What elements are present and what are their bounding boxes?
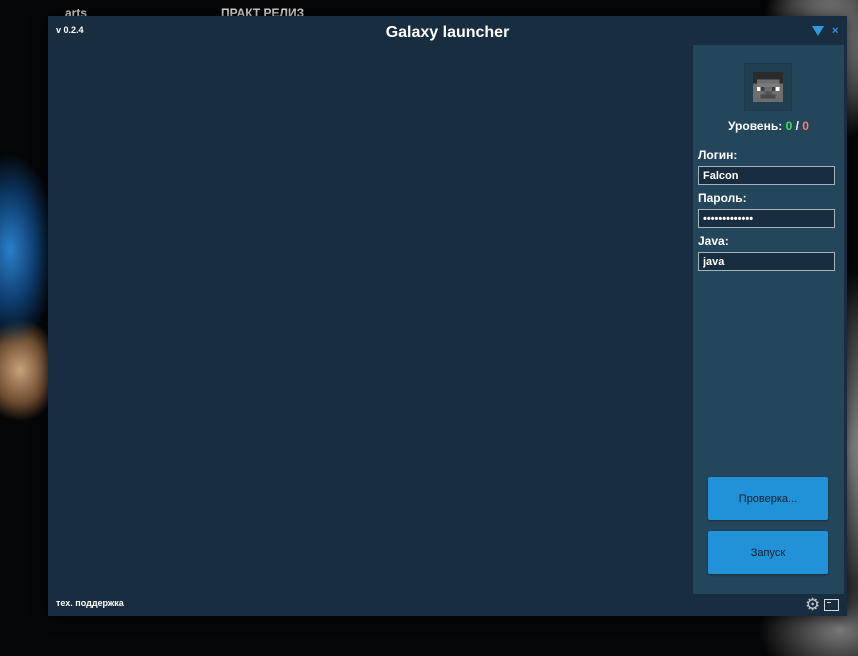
- password-field[interactable]: [698, 209, 835, 228]
- player-level: Уровень: 0 / 0: [693, 119, 844, 133]
- player-skin-head-icon: [753, 72, 783, 102]
- password-label: Пароль:: [698, 191, 747, 205]
- login-field[interactable]: [698, 166, 835, 185]
- minimize-icon[interactable]: [812, 26, 824, 36]
- login-panel: Уровень: 0 / 0 Логин: Пароль: Java: Пров…: [693, 45, 844, 594]
- support-link[interactable]: тех. поддержка: [56, 598, 124, 608]
- level-max: 0: [802, 119, 809, 133]
- gear-icon[interactable]: ⚙: [805, 596, 820, 613]
- window-title: Galaxy launcher: [385, 24, 510, 41]
- level-label: Уровень:: [728, 119, 783, 133]
- console-window-icon[interactable]: [824, 599, 839, 611]
- check-button[interactable]: Проверка...: [708, 477, 828, 520]
- level-separator: /: [795, 119, 799, 133]
- java-path-field[interactable]: [698, 252, 835, 271]
- launcher-window: v 0.2.4 Galaxy launcher × Уровень: 0 / 0…: [48, 16, 847, 616]
- level-current: 0: [785, 119, 793, 133]
- launch-button[interactable]: Запуск: [708, 531, 828, 574]
- java-label: Java:: [698, 234, 729, 248]
- login-label: Логин:: [698, 148, 738, 162]
- close-icon[interactable]: ×: [832, 25, 838, 37]
- avatar: [744, 63, 792, 111]
- news-content-area: [48, 45, 693, 594]
